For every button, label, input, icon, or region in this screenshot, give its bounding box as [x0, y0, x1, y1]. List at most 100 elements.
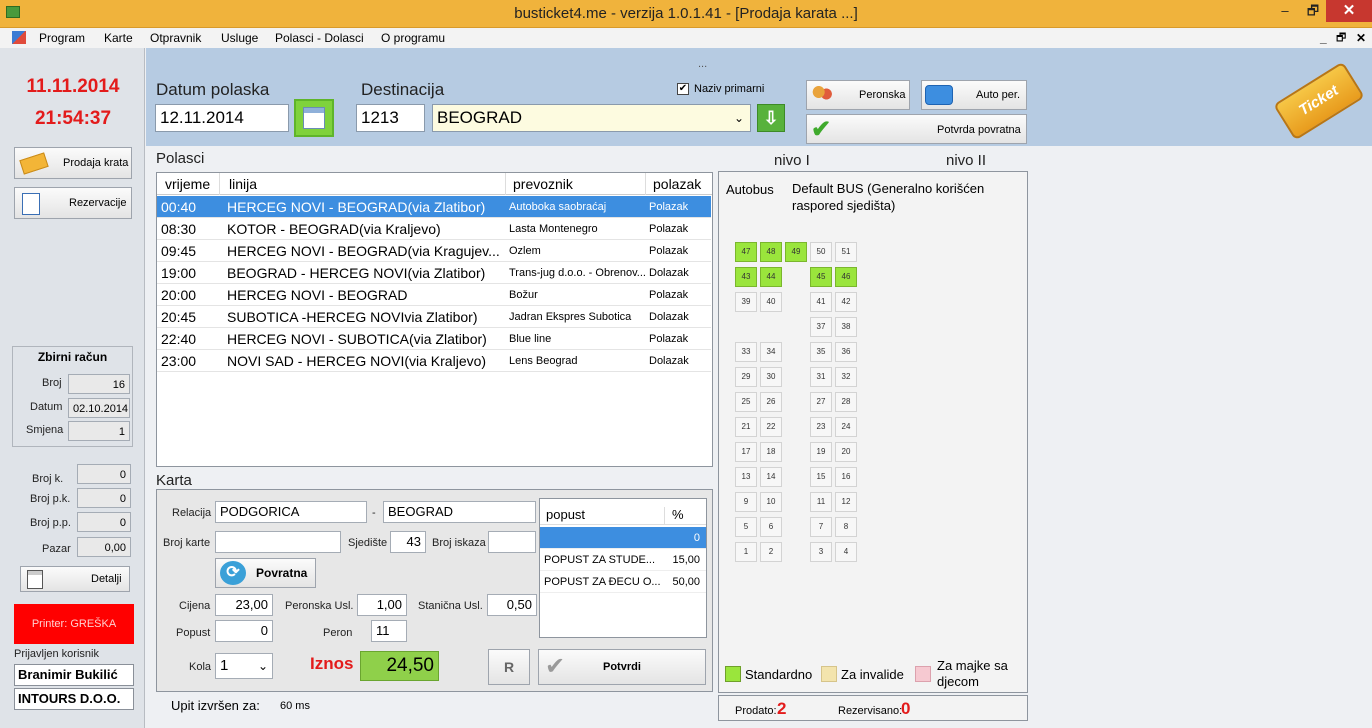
mdi-app-icon[interactable] [12, 31, 26, 44]
seat-24[interactable]: 24 [835, 417, 857, 437]
seat-34[interactable]: 34 [760, 342, 782, 362]
table-row[interactable]: 20:00 HERCEG NOVI - BEOGRAD Božur Polazak [157, 284, 711, 306]
close-button[interactable]: ✕ [1326, 0, 1372, 22]
seat-17[interactable]: 17 [735, 442, 757, 462]
prodaja-button[interactable]: Prodaja krata [14, 147, 132, 179]
stanicna-usl-field[interactable]: 0,50 [487, 594, 537, 616]
menu-program[interactable]: Program [39, 30, 85, 46]
seat-42[interactable]: 42 [835, 292, 857, 312]
seat-2[interactable]: 2 [760, 542, 782, 562]
col-linija[interactable]: linija [229, 173, 257, 195]
seat-21[interactable]: 21 [735, 417, 757, 437]
seat-8[interactable]: 8 [835, 517, 857, 537]
seat-9[interactable]: 9 [735, 492, 757, 512]
cijena-field[interactable]: 23,00 [215, 594, 273, 616]
table-row[interactable]: 00:40 HERCEG NOVI - BEOGRAD(via Zlatibor)… [157, 196, 711, 218]
mdi-minimize-button[interactable]: _ [1320, 30, 1327, 46]
list-item[interactable]: 0 [540, 527, 706, 549]
destinacija-select[interactable]: BEOGRAD ⌄ [432, 104, 751, 132]
seat-31[interactable]: 31 [810, 367, 832, 387]
datum-polaska-field[interactable]: 12.11.2014 [155, 104, 289, 132]
seat-33[interactable]: 33 [735, 342, 757, 362]
seat-45[interactable]: 45 [810, 267, 832, 287]
menu-usluge[interactable]: Usluge [221, 30, 258, 46]
seat-3[interactable]: 3 [810, 542, 832, 562]
seat-44[interactable]: 44 [760, 267, 782, 287]
mdi-close-button[interactable]: ✕ [1356, 30, 1366, 46]
nivo-1-tab[interactable]: nivo I [774, 152, 810, 169]
seat-47[interactable]: 47 [735, 242, 757, 262]
table-row[interactable]: 08:30 KOTOR - BEOGRAD(via Kraljevo) Lasta … [157, 218, 711, 240]
seat-5[interactable]: 5 [735, 517, 757, 537]
seat-51[interactable]: 51 [835, 242, 857, 262]
broj-iskaza-field[interactable] [488, 531, 536, 553]
seat-11[interactable]: 11 [810, 492, 832, 512]
list-item[interactable]: POPUST ZA ĐECU O... 50,00 [540, 571, 706, 593]
destinacija-code-field[interactable]: 1213 [356, 104, 425, 132]
menu-karte[interactable]: Karte [104, 30, 133, 46]
seat-49[interactable]: 49 [785, 242, 807, 262]
seat-43[interactable]: 43 [735, 267, 757, 287]
seat-14[interactable]: 14 [760, 467, 782, 487]
seat-40[interactable]: 40 [760, 292, 782, 312]
menu-o-programu[interactable]: O programu [381, 30, 445, 46]
restore-button[interactable]: 🗗 [1298, 0, 1328, 22]
povratna-button[interactable]: ⟳ Povratna [215, 558, 316, 588]
col-prevoznik[interactable]: prevoznik [513, 173, 573, 195]
seat-20[interactable]: 20 [835, 442, 857, 462]
peron-field[interactable]: 11 [371, 620, 407, 642]
seat-36[interactable]: 36 [835, 342, 857, 362]
seat-12[interactable]: 12 [835, 492, 857, 512]
seat-37[interactable]: 37 [810, 317, 832, 337]
seat-48[interactable]: 48 [760, 242, 782, 262]
col-polazak[interactable]: polazak [653, 173, 701, 195]
table-row[interactable]: 19:00 BEOGRAD - HERCEG NOVI(via Zlatibor)… [157, 262, 711, 284]
peronska-usl-field[interactable]: 1,00 [357, 594, 407, 616]
seat-39[interactable]: 39 [735, 292, 757, 312]
mdi-restore-button[interactable]: 🗗 [1336, 30, 1346, 46]
seat-16[interactable]: 16 [835, 467, 857, 487]
table-row[interactable]: 20:45 SUBOTICA -HERCEG NOVIvia Zlatibor) J… [157, 306, 711, 328]
minimize-button[interactable]: – [1270, 0, 1300, 22]
seat-32[interactable]: 32 [835, 367, 857, 387]
seat-28[interactable]: 28 [835, 392, 857, 412]
seat-30[interactable]: 30 [760, 367, 782, 387]
seat-35[interactable]: 35 [810, 342, 832, 362]
seat-7[interactable]: 7 [810, 517, 832, 537]
seat-1[interactable]: 1 [735, 542, 757, 562]
seat-18[interactable]: 18 [760, 442, 782, 462]
rezervacije-button[interactable]: Rezervacije [14, 187, 132, 219]
potvrda-povratna-button[interactable]: ✔ Potvrda povratna [806, 114, 1027, 144]
seat-25[interactable]: 25 [735, 392, 757, 412]
auto-per-button[interactable]: Auto per. [921, 80, 1027, 110]
relacija-from-field[interactable]: PODGORICA [215, 501, 367, 523]
seat-19[interactable]: 19 [810, 442, 832, 462]
r-button[interactable]: R [488, 649, 530, 685]
seat-10[interactable]: 10 [760, 492, 782, 512]
popust-field[interactable]: 0 [215, 620, 273, 642]
seat-4[interactable]: 4 [835, 542, 857, 562]
nivo-2-tab[interactable]: nivo II [946, 152, 986, 169]
seat-6[interactable]: 6 [760, 517, 782, 537]
table-row[interactable]: 09:45 HERCEG NOVI - BEOGRAD(via Kragujev.… [157, 240, 711, 262]
seat-27[interactable]: 27 [810, 392, 832, 412]
download-icon[interactable]: ⇩ [757, 104, 785, 132]
naziv-checkbox[interactable]: ✔ [677, 83, 689, 95]
calendar-button[interactable] [294, 99, 334, 137]
seat-13[interactable]: 13 [735, 467, 757, 487]
seat-26[interactable]: 26 [760, 392, 782, 412]
seat-41[interactable]: 41 [810, 292, 832, 312]
broj-karte-field[interactable] [215, 531, 341, 553]
seat-23[interactable]: 23 [810, 417, 832, 437]
table-row[interactable]: 23:00 NOVI SAD - HERCEG NOVI(via Kraljevo… [157, 350, 711, 372]
potvrdi-button[interactable]: ✔ Potvrdi [538, 649, 706, 685]
relacija-to-field[interactable]: BEOGRAD [383, 501, 536, 523]
seat-29[interactable]: 29 [735, 367, 757, 387]
seat-15[interactable]: 15 [810, 467, 832, 487]
seat-38[interactable]: 38 [835, 317, 857, 337]
seat-46[interactable]: 46 [835, 267, 857, 287]
peronska-button[interactable]: Peronska [806, 80, 910, 110]
table-row[interactable]: 22:40 HERCEG NOVI - SUBOTICA(via Zlatibor… [157, 328, 711, 350]
col-vrijeme[interactable]: vrijeme [165, 173, 210, 195]
sjediste-field[interactable]: 43 [390, 531, 426, 553]
